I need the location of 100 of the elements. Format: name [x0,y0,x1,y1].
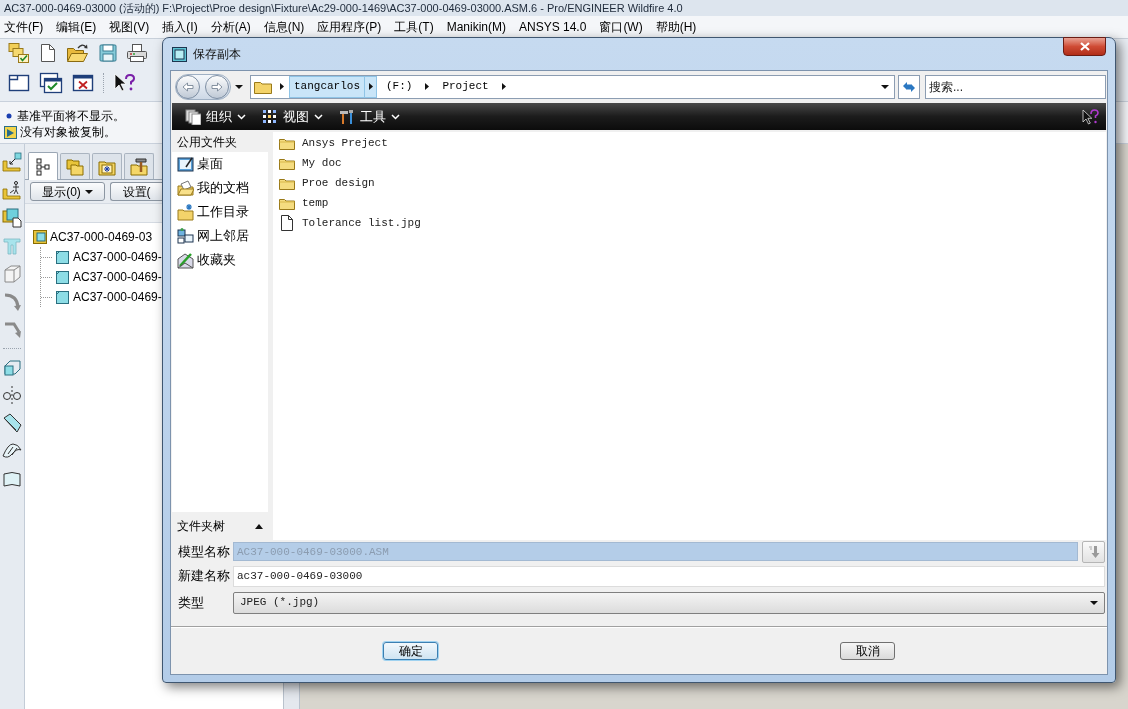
folder-icon [279,196,295,210]
tools-icon [339,108,355,125]
tree-item-label[interactable]: AC37-000-0469- [73,248,162,266]
model-tree-tab[interactable] [124,153,154,179]
window-icon[interactable] [8,73,30,93]
window-title: AC37-000-0469-03000 (活动的) F:\Project\Proe design\Fixture\Ac29-000-1469\AC37-000-0469-03000.ASM.6 - Pro/ENGINEER Wildfire 4.0 [4,1,683,16]
field-label: 类型 [178,593,205,612]
folders-check-icon[interactable] [8,42,30,64]
desktop-icon [177,155,194,173]
folder-icon [254,79,272,94]
sidebar-item[interactable]: 我的文档 [172,176,251,200]
file-icon [279,215,295,231]
menu-item[interactable]: Manikin(M) [446,17,506,37]
help-cursor-icon[interactable] [113,72,135,94]
back-button[interactable] [176,74,200,99]
tree-item-label[interactable]: AC37-000-0469-03 [50,228,153,246]
model-tree-tab[interactable] [28,152,58,180]
breadcrumb-item[interactable]: tangcarlos [289,75,365,98]
sidebar-item[interactable]: 网上邻居 [172,224,251,248]
window-close-icon[interactable] [72,73,94,93]
help-cursor-icon [1081,107,1099,126]
display-dropdown-button[interactable]: 显示(0) [30,182,105,201]
folder-icon [279,136,295,150]
help-button[interactable] [1080,106,1100,127]
menu-item[interactable]: 编辑(E) [56,17,97,37]
menu-item[interactable]: ANSYS 14.0 [519,17,587,37]
breadcrumb-arrow-button[interactable] [365,75,377,98]
search-field[interactable]: 搜索... [925,74,1106,99]
close-button[interactable] [1063,37,1106,56]
boundary-surface-icon[interactable] [2,469,22,489]
status-icon [4,125,17,139]
triangle-right-icon [368,83,373,90]
part-icon[interactable] [56,290,69,304]
open-folder-icon[interactable] [66,43,90,63]
sidebar-item[interactable]: 收藏夹 [172,248,238,272]
tree-item-label[interactable]: AC37-000-0469- [73,268,162,286]
sidebar-item[interactable]: 桌面 [172,152,225,176]
download-arrow-icon [1087,544,1100,559]
message-text: 没有对象被复制。 [20,124,116,141]
breadcrumb-item[interactable]: Project [433,75,498,98]
folders-icon [66,157,84,176]
breadcrumb-item[interactable]: (F:) [377,75,422,98]
cube-outline-icon[interactable] [2,357,22,377]
triangle-right-icon [280,83,284,90]
file-list-item[interactable]: Tolerance list.jpg [279,213,423,233]
caret-down-icon [84,189,93,194]
menu-item[interactable]: 帮助(H) [655,17,697,37]
settings-dropdown-button[interactable]: 设置( [110,182,162,201]
menu-item[interactable]: 应用程序(P) [317,17,382,37]
menu-item[interactable]: 分析(A) [210,17,251,37]
view-menu-button[interactable]: 视图 [259,105,326,128]
message-text: 基准平面将不显示。 [17,108,125,125]
printer-icon[interactable] [126,43,148,63]
field-label: 模型名称 [178,542,231,561]
favorites-icon [177,251,194,269]
ok-button[interactable]: 确定 [383,642,438,660]
tools-menu-button[interactable]: 工具 [336,105,403,128]
pick-button[interactable] [1082,540,1105,563]
chevron-down-icon [314,113,323,120]
sidebar-item[interactable]: 工作目录 [172,200,251,224]
triangle-right-icon [501,83,506,90]
chevron-down-icon [391,113,400,120]
dialog-title: 保存副本 [193,46,241,63]
curve-arrow-icon[interactable] [2,292,22,312]
cancel-button[interactable]: 取消 [840,642,895,660]
refresh-button[interactable] [898,74,920,99]
layered-copy-icon[interactable] [2,208,22,228]
menu-item[interactable]: 工具(T) [394,17,434,37]
arrow-left-icon [182,81,194,92]
menu-item[interactable]: 信息(N) [263,17,305,37]
surface-patch-icon[interactable] [2,441,22,461]
file-list-item[interactable]: Proe design [279,173,377,193]
part-icon[interactable] [56,250,69,264]
new-name-field[interactable]: ac37-000-0469-03000 [233,565,1105,587]
model-tree-tab[interactable] [92,153,122,179]
window-check-icon[interactable] [39,72,63,94]
hammer-folder-icon [130,157,148,176]
file-list-item[interactable]: Ansys Preject [279,133,390,153]
menu-item[interactable]: 视图(V) [109,17,150,37]
address-bar[interactable]: tangcarlos (F:) Project [250,74,895,99]
menu-item[interactable]: 插入(I) [162,17,198,37]
plane-figure-icon[interactable] [2,180,22,200]
menu-item[interactable]: 窗口(W) [599,17,643,37]
part-icon[interactable] [56,270,69,284]
bend-arrow-icon[interactable] [2,320,22,340]
triangle-right-icon [425,83,430,90]
plane-arrow-icon[interactable] [2,152,22,172]
mirror-icon[interactable] [2,385,22,405]
document-icon[interactable] [39,43,57,63]
caret-up-icon [255,523,263,529]
file-list-item[interactable]: My doc [279,153,344,173]
field-label: 新建名称 [178,567,231,586]
file-list-item[interactable]: temp [279,193,331,213]
file-type-dropdown[interactable]: JPEG (*.jpg) [233,591,1105,614]
menu-item[interactable]: 文件(F) [4,17,44,37]
work-folder-icon [177,203,194,221]
sweep-shape-icon[interactable] [2,413,22,433]
organize-menu-button[interactable]: 组织 [182,105,249,128]
tree-item-label[interactable]: AC37-000-0469- [73,288,162,306]
assembly-icon[interactable] [33,230,47,244]
